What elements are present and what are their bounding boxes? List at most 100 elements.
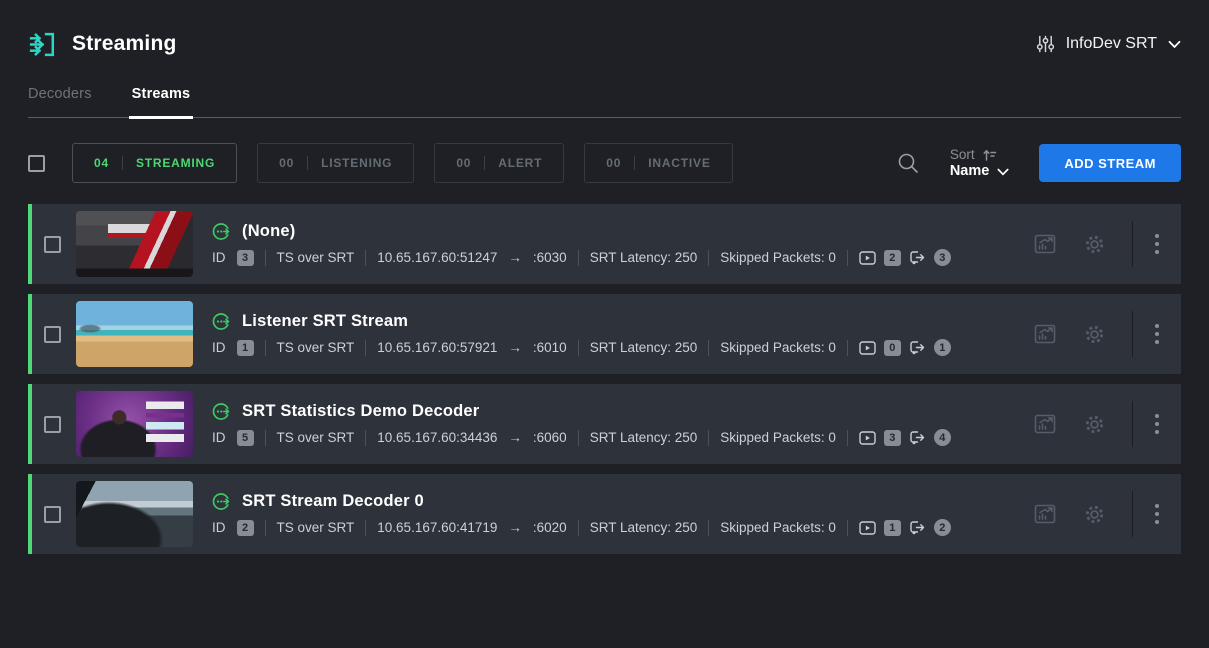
stream-row: SRT Stream Decoder 0 ID 2 TS over SRT 10… bbox=[28, 474, 1181, 554]
settings-gear-icon[interactable] bbox=[1083, 413, 1106, 436]
filter-listening[interactable]: 00 LISTENING bbox=[257, 143, 414, 183]
protocol: TS over SRT bbox=[277, 250, 355, 265]
filter-divider bbox=[307, 156, 308, 170]
select-all-checkbox[interactable] bbox=[28, 155, 45, 172]
meta-divider bbox=[708, 520, 709, 536]
filter-label: LISTENING bbox=[321, 156, 392, 170]
streaming-status-icon bbox=[212, 492, 231, 511]
filter-count: 00 bbox=[279, 156, 294, 170]
row-actions bbox=[1033, 221, 1181, 267]
filter-divider bbox=[484, 156, 485, 170]
toolbar-right: Sort Name ADD STREAM bbox=[897, 144, 1181, 182]
meta-divider bbox=[365, 430, 366, 446]
filter-alert[interactable]: 00ALERT bbox=[434, 143, 564, 183]
sort-label: Sort bbox=[950, 146, 975, 163]
decoder-count-badge: 0 bbox=[884, 340, 901, 356]
decoder-play-icon bbox=[859, 341, 876, 355]
tab-decoders[interactable]: Decoders bbox=[28, 86, 92, 117]
route-destination: :6030 bbox=[533, 250, 567, 265]
sort-control[interactable]: Sort Name bbox=[950, 146, 1010, 180]
page-title: Streaming bbox=[72, 32, 177, 56]
meta-divider bbox=[847, 340, 848, 356]
route-arrow-icon: → bbox=[508, 430, 522, 445]
status-filters: 04 STREAMING 00 LISTENING 00ALERT 00INACTI… bbox=[72, 143, 733, 183]
stream-name: SRT Stream Decoder 0 bbox=[242, 492, 424, 511]
stream-meta: ID 3 TS over SRT 10.65.167.60:51247 → :6… bbox=[212, 249, 1023, 266]
settings-gear-icon[interactable] bbox=[1083, 323, 1106, 346]
statistics-chart-icon[interactable] bbox=[1033, 502, 1057, 526]
id-badge: 1 bbox=[237, 340, 254, 356]
streaming-status-icon bbox=[212, 402, 231, 421]
more-menu-icon[interactable] bbox=[1133, 504, 1181, 524]
filter-streaming[interactable]: 04 STREAMING bbox=[72, 143, 237, 183]
route-source: 10.65.167.60:57921 bbox=[377, 340, 497, 355]
id-label: ID bbox=[212, 340, 226, 355]
add-stream-button[interactable]: ADD STREAM bbox=[1039, 144, 1181, 182]
more-menu-icon[interactable] bbox=[1133, 414, 1181, 434]
stream-name: SRT Statistics Demo Decoder bbox=[242, 402, 479, 421]
route-source: 10.65.167.60:34436 bbox=[377, 430, 497, 445]
stream-name: Listener SRT Stream bbox=[242, 312, 408, 331]
sort-ascending-icon bbox=[982, 148, 997, 162]
skipped-packets: Skipped Packets: 0 bbox=[720, 520, 836, 535]
stream-meta: ID 5 TS over SRT 10.65.167.60:34436 → :6… bbox=[212, 429, 1023, 446]
tab-streams[interactable]: Streams bbox=[132, 86, 191, 117]
output-count-badge: 1 bbox=[934, 339, 951, 356]
stream-info: SRT Statistics Demo Decoder ID 5 TS over… bbox=[212, 402, 1023, 446]
sort-value: Name bbox=[950, 163, 990, 180]
streaming-status-icon bbox=[212, 222, 231, 241]
route-arrow-icon: → bbox=[508, 520, 522, 535]
stream-meta: ID 1 TS over SRT 10.65.167.60:57921 → :6… bbox=[212, 339, 1023, 356]
more-menu-icon[interactable] bbox=[1133, 234, 1181, 254]
route-arrow-icon: → bbox=[508, 340, 522, 355]
statistics-chart-icon[interactable] bbox=[1033, 322, 1057, 346]
output-count-badge: 2 bbox=[934, 519, 951, 536]
decoder-count-badge: 2 bbox=[884, 250, 901, 266]
route-destination: :6020 bbox=[533, 520, 567, 535]
stream-thumbnail bbox=[76, 391, 193, 457]
stream-list: (None) ID 3 TS over SRT 10.65.167.60:512… bbox=[28, 204, 1181, 554]
row-checkbox[interactable] bbox=[44, 506, 61, 523]
statistics-chart-icon[interactable] bbox=[1033, 232, 1057, 256]
output-route-icon bbox=[909, 430, 926, 445]
stream-info: SRT Stream Decoder 0 ID 2 TS over SRT 10… bbox=[212, 492, 1023, 536]
brand: Streaming bbox=[28, 29, 177, 60]
id-label: ID bbox=[212, 430, 226, 445]
filter-label: STREAMING bbox=[136, 156, 215, 170]
row-checkbox[interactable] bbox=[44, 236, 61, 253]
stream-toolbar: 04 STREAMING 00 LISTENING 00ALERT 00INACTI… bbox=[28, 143, 1181, 183]
stream-row: (None) ID 3 TS over SRT 10.65.167.60:512… bbox=[28, 204, 1181, 284]
settings-gear-icon[interactable] bbox=[1083, 233, 1106, 256]
srt-latency: SRT Latency: 250 bbox=[590, 430, 698, 445]
meta-divider bbox=[708, 430, 709, 446]
stream-name: (None) bbox=[242, 222, 295, 241]
meta-divider bbox=[265, 430, 266, 446]
search-icon[interactable] bbox=[897, 152, 920, 175]
stream-row: Listener SRT Stream ID 1 TS over SRT 10.… bbox=[28, 294, 1181, 374]
filter-sliders-icon bbox=[1036, 34, 1055, 54]
filter-divider bbox=[122, 156, 123, 170]
app-header: Streaming InfoDev SRT bbox=[28, 0, 1181, 64]
filter-count: 04 bbox=[94, 156, 109, 170]
device-selector[interactable]: InfoDev SRT bbox=[1036, 34, 1181, 54]
output-count-badge: 4 bbox=[934, 429, 951, 446]
output-route-icon bbox=[909, 250, 926, 265]
settings-gear-icon[interactable] bbox=[1083, 503, 1106, 526]
decoder-count-badge: 3 bbox=[884, 430, 901, 446]
row-actions bbox=[1033, 491, 1181, 537]
decoder-play-icon bbox=[859, 521, 876, 535]
id-label: ID bbox=[212, 250, 226, 265]
streaming-logo-icon bbox=[28, 29, 59, 60]
stream-meta: ID 2 TS over SRT 10.65.167.60:41719 → :6… bbox=[212, 519, 1023, 536]
stream-info: (None) ID 3 TS over SRT 10.65.167.60:512… bbox=[212, 222, 1023, 266]
stream-row: SRT Statistics Demo Decoder ID 5 TS over… bbox=[28, 384, 1181, 464]
row-actions bbox=[1033, 311, 1181, 357]
row-actions bbox=[1033, 401, 1181, 447]
filter-divider bbox=[634, 156, 635, 170]
meta-divider bbox=[578, 250, 579, 266]
row-checkbox[interactable] bbox=[44, 416, 61, 433]
filter-inactive[interactable]: 00INACTIVE bbox=[584, 143, 732, 183]
row-checkbox[interactable] bbox=[44, 326, 61, 343]
statistics-chart-icon[interactable] bbox=[1033, 412, 1057, 436]
more-menu-icon[interactable] bbox=[1133, 324, 1181, 344]
